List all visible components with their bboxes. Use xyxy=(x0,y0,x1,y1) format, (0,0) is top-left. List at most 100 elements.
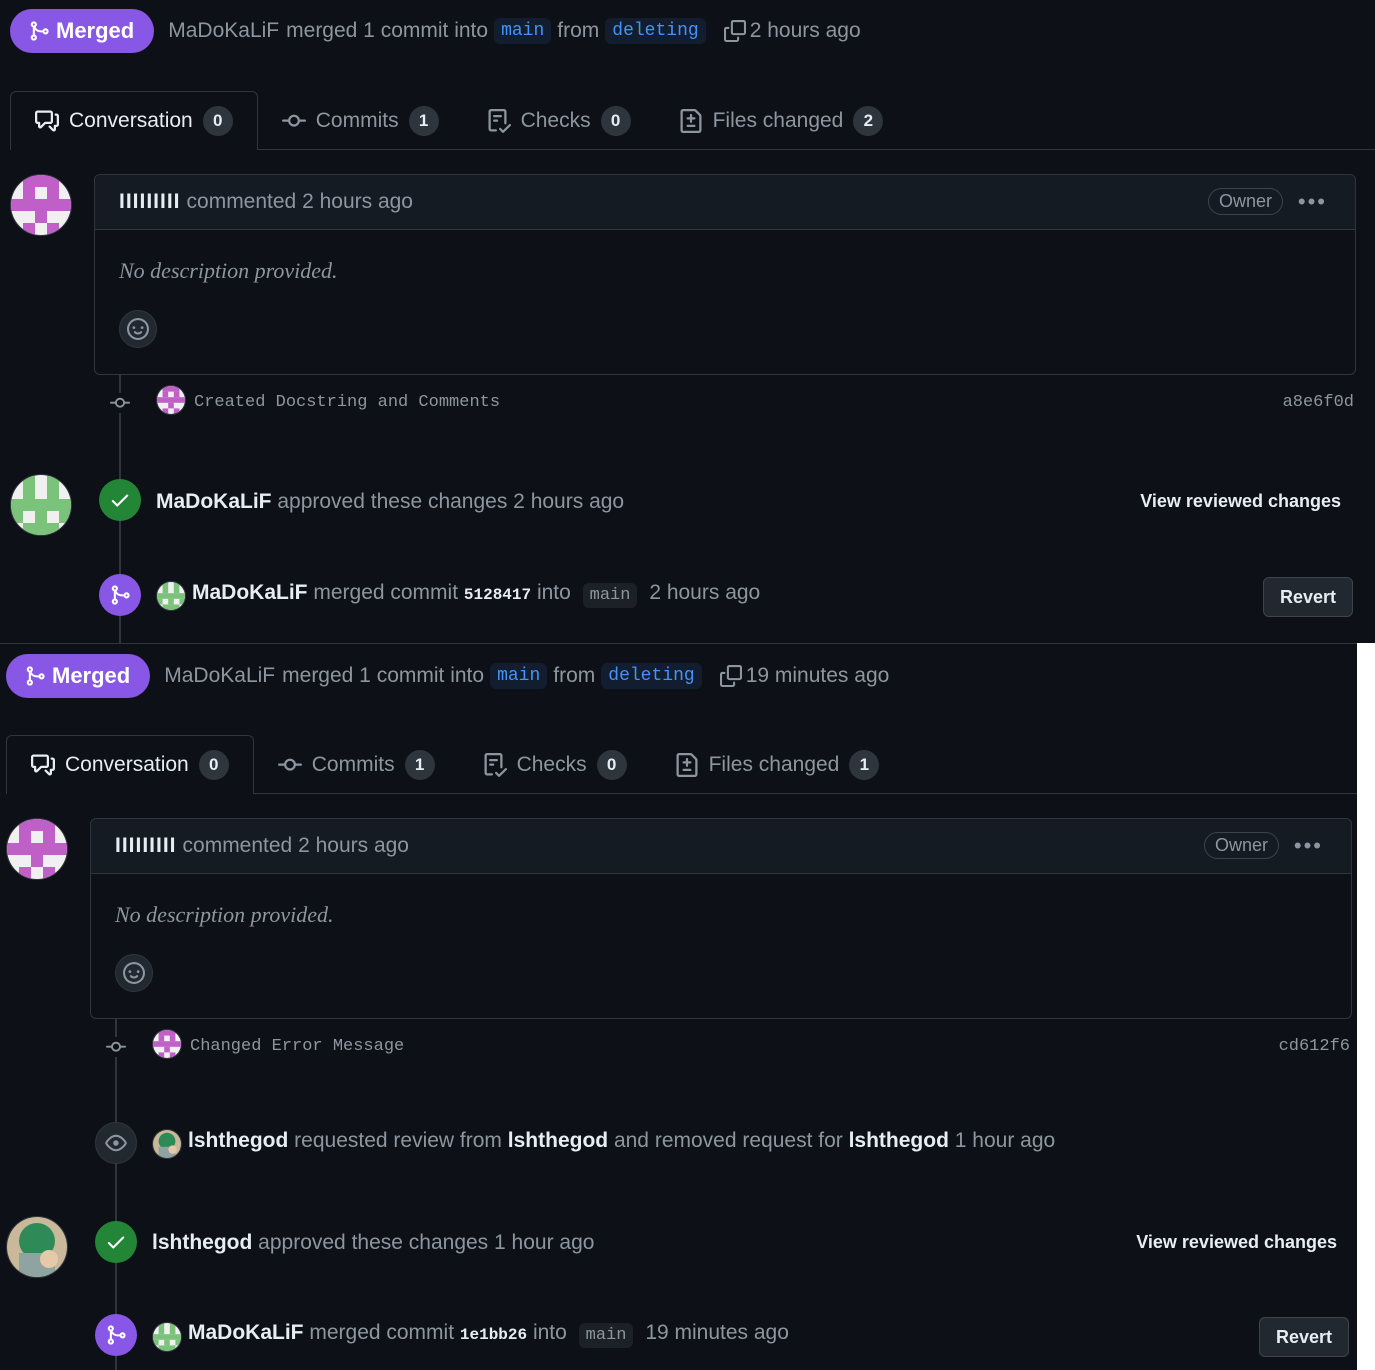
tab-files-changed[interactable]: Files changed 2 xyxy=(655,92,908,150)
check-icon xyxy=(109,489,131,511)
merge-commit-sha[interactable]: 1e1bb26 xyxy=(460,1326,527,1344)
tab-counter: 0 xyxy=(202,106,233,136)
comment-author[interactable]: IIIIIIIII xyxy=(115,834,177,858)
merge-text: merged commit xyxy=(313,581,459,604)
pr-time: 2 hours ago xyxy=(749,19,861,42)
merger-name[interactable]: MaDoKaLiF xyxy=(188,1321,304,1344)
request-text: requested review from xyxy=(294,1129,502,1152)
target-branch[interactable]: main xyxy=(582,583,638,608)
view-reviewed-changes-link[interactable]: View reviewed changes xyxy=(1136,1232,1337,1253)
tab-label: Checks xyxy=(516,753,587,776)
add-reaction-button[interactable] xyxy=(119,310,157,348)
kebab-menu-icon[interactable]: ••• xyxy=(1298,189,1327,215)
approved-badge xyxy=(99,479,141,521)
pr-tabs: Conversation 0 Commits 1 Checks 0 Files … xyxy=(6,735,903,794)
pr-summary: merged 1 commit into xyxy=(286,19,489,42)
commit-sha[interactable]: cd612f6 xyxy=(1279,1037,1350,1056)
approval-text: approved these changes 1 hour ago xyxy=(258,1231,595,1254)
commit-sha[interactable]: a8e6f0d xyxy=(1283,393,1354,412)
tab-label: Files changed xyxy=(708,753,840,776)
head-branch[interactable]: deleting xyxy=(601,663,702,689)
comment-action: commented 2 hours ago xyxy=(182,834,409,857)
merged-event-badge xyxy=(95,1314,137,1356)
tab-label: Conversation xyxy=(65,753,189,776)
file-diff-icon xyxy=(679,109,703,133)
commit-avatar[interactable] xyxy=(152,1029,182,1059)
copy-icon[interactable] xyxy=(720,665,742,687)
pr-author[interactable]: MaDoKaLiF xyxy=(168,19,279,43)
pr-panel-1: Merged MaDoKaLiF merged 1 commit into ma… xyxy=(0,0,1375,643)
revert-button[interactable]: Revert xyxy=(1259,1317,1349,1357)
avatar[interactable] xyxy=(6,818,68,880)
review-request-badge xyxy=(95,1122,137,1164)
approver-name[interactable]: MaDoKaLiF xyxy=(156,490,272,513)
from-text: from xyxy=(553,664,596,687)
tab-label: Commits xyxy=(311,753,395,776)
tab-commits[interactable]: Commits 1 xyxy=(258,92,463,150)
smiley-icon xyxy=(123,962,145,984)
avatar-image xyxy=(153,1030,181,1058)
avatar-image xyxy=(153,1323,181,1351)
merger-avatar[interactable] xyxy=(156,581,186,611)
check-icon xyxy=(105,1231,127,1253)
tab-checks[interactable]: Checks 0 xyxy=(459,736,651,794)
removed-reviewer-name[interactable]: lshthegod xyxy=(849,1129,949,1152)
reviewer-avatar[interactable] xyxy=(10,474,72,536)
merge-time: 19 minutes ago xyxy=(645,1321,789,1344)
reviewer-name[interactable]: lshthegod xyxy=(508,1129,608,1152)
commit-avatar[interactable] xyxy=(156,385,186,415)
tab-checks[interactable]: Checks 0 xyxy=(463,92,655,150)
checks-icon xyxy=(487,109,511,133)
smiley-icon xyxy=(127,318,149,340)
copy-icon[interactable] xyxy=(724,20,746,42)
base-branch[interactable]: main xyxy=(490,663,548,689)
owner-badge: Owner xyxy=(1207,188,1283,215)
approval-text: approved these changes 2 hours ago xyxy=(277,490,625,513)
approved-badge xyxy=(95,1221,137,1263)
tab-commits[interactable]: Commits 1 xyxy=(254,736,459,794)
head-branch[interactable]: deleting xyxy=(605,18,706,44)
add-reaction-button[interactable] xyxy=(115,954,153,992)
target-branch[interactable]: main xyxy=(578,1323,634,1348)
tab-counter: 0 xyxy=(596,750,627,780)
merge-text: merged commit xyxy=(309,1321,455,1344)
reviewer-avatar[interactable] xyxy=(6,1216,68,1278)
merge-icon xyxy=(109,584,131,606)
checks-icon xyxy=(483,753,507,777)
from-text: from xyxy=(557,19,600,42)
merge-event: MaDoKaLiF merged commit 5128417 into mai… xyxy=(192,581,760,608)
avatar[interactable] xyxy=(10,174,72,236)
revert-button[interactable]: Revert xyxy=(1263,577,1353,617)
view-reviewed-changes-link[interactable]: View reviewed changes xyxy=(1140,491,1341,512)
avatar-image xyxy=(157,582,185,610)
approval-event: MaDoKaLiF approved these changes 2 hours… xyxy=(156,490,624,514)
tab-counter: 1 xyxy=(408,106,439,136)
avatar-image xyxy=(157,386,185,414)
avatar-image xyxy=(7,819,67,879)
comment-author[interactable]: IIIIIIIII xyxy=(119,190,181,214)
tab-conversation[interactable]: Conversation 0 xyxy=(10,91,258,150)
commit-icon xyxy=(102,1037,130,1057)
comment-box: IIIIIIIII commented 2 hours ago Owner ••… xyxy=(94,174,1356,375)
pr-author[interactable]: MaDoKaLiF xyxy=(164,664,275,688)
tab-counter: 0 xyxy=(600,106,631,136)
review-request-event: lshthegod requested review from lshthego… xyxy=(188,1129,1055,1153)
merger-avatar[interactable] xyxy=(152,1322,182,1352)
base-branch[interactable]: main xyxy=(494,18,552,44)
kebab-menu-icon[interactable]: ••• xyxy=(1294,833,1323,859)
comment-description: No description provided. xyxy=(119,258,338,283)
commit-message[interactable]: Changed Error Message xyxy=(190,1037,404,1056)
tab-conversation[interactable]: Conversation 0 xyxy=(6,735,254,794)
approver-name[interactable]: lshthegod xyxy=(152,1231,252,1254)
requester-avatar[interactable] xyxy=(152,1129,182,1159)
owner-badge: Owner xyxy=(1203,832,1279,859)
merger-name[interactable]: MaDoKaLiF xyxy=(192,581,308,604)
tab-label: Commits xyxy=(315,109,399,132)
tab-label: Checks xyxy=(520,109,591,132)
tab-files-changed[interactable]: Files changed 1 xyxy=(651,736,904,794)
merged-badge-label: Merged xyxy=(56,18,135,43)
comment-header: IIIIIIIII commented 2 hours ago Owner ••… xyxy=(95,175,1355,230)
commit-message[interactable]: Created Docstring and Comments xyxy=(194,393,500,412)
requester-name[interactable]: lshthegod xyxy=(188,1129,288,1152)
merge-commit-sha[interactable]: 5128417 xyxy=(464,586,531,604)
